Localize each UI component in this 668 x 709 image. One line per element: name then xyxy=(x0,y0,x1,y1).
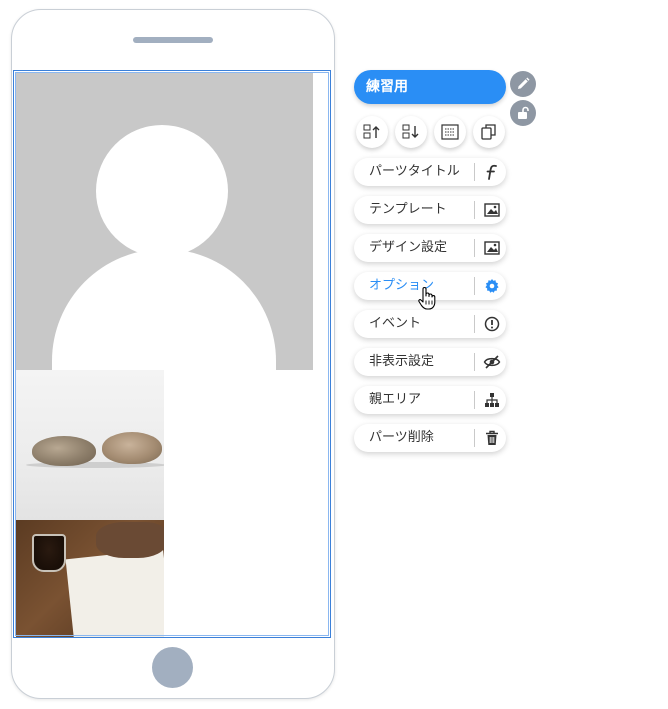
pencil-icon xyxy=(518,77,530,89)
menu-divider xyxy=(474,277,475,295)
edit-button[interactable] xyxy=(510,71,536,97)
layout-icon xyxy=(441,124,459,140)
menu-item-hide-settings[interactable]: 非表示設定 xyxy=(354,348,506,376)
menu-item-template[interactable]: テンプレート xyxy=(354,196,506,224)
menu-divider xyxy=(474,429,475,447)
menu-divider xyxy=(474,163,475,181)
menu-item-label: パーツタイトル xyxy=(369,164,460,179)
menu-divider xyxy=(474,239,475,257)
move-down-icon xyxy=(402,124,419,139)
image-icon xyxy=(478,234,506,262)
menu-item-label: 親エリア xyxy=(369,392,422,407)
eye-slash-icon xyxy=(478,348,506,376)
menu-item-label: イベント xyxy=(369,316,422,331)
copy-button[interactable] xyxy=(473,116,505,148)
menu-item-design-settings[interactable]: デザイン設定 xyxy=(354,234,506,262)
menu-item-parent-area[interactable]: 親エリア xyxy=(354,386,506,414)
copy-icon xyxy=(481,124,496,140)
hand-cursor-icon xyxy=(418,287,436,310)
move-down-button[interactable] xyxy=(395,116,427,148)
part-title-label[interactable]: 練習用 xyxy=(354,70,506,104)
trash-icon xyxy=(478,424,506,452)
lock-button[interactable] xyxy=(510,100,536,126)
menu-item-label: 非表示設定 xyxy=(369,354,435,369)
menu-item-label: デザイン設定 xyxy=(369,240,448,255)
menu-divider xyxy=(474,391,475,409)
unlock-icon xyxy=(518,106,529,119)
move-up-icon xyxy=(363,124,380,139)
menu-item-event[interactable]: イベント xyxy=(354,310,506,338)
menu-item-part-title[interactable]: パーツタイトル xyxy=(354,158,506,186)
menu-divider xyxy=(474,315,475,333)
font-f-icon xyxy=(478,158,506,186)
exclamation-circle-icon xyxy=(478,310,506,338)
image-icon xyxy=(478,196,506,224)
move-up-button[interactable] xyxy=(356,116,388,148)
menu-item-label: パーツ削除 xyxy=(369,430,434,445)
sitemap-icon xyxy=(478,386,506,414)
phone-speaker xyxy=(133,37,213,43)
phone-screen[interactable] xyxy=(13,70,331,638)
menu-item-delete-part[interactable]: パーツ削除 xyxy=(354,424,506,452)
menu-divider xyxy=(474,353,475,371)
menu-item-label: テンプレート xyxy=(369,202,447,217)
selection-outline xyxy=(15,72,329,636)
home-button[interactable] xyxy=(152,647,193,688)
menu-divider xyxy=(474,201,475,219)
layout-button[interactable] xyxy=(434,116,466,148)
gear-icon xyxy=(478,272,506,300)
